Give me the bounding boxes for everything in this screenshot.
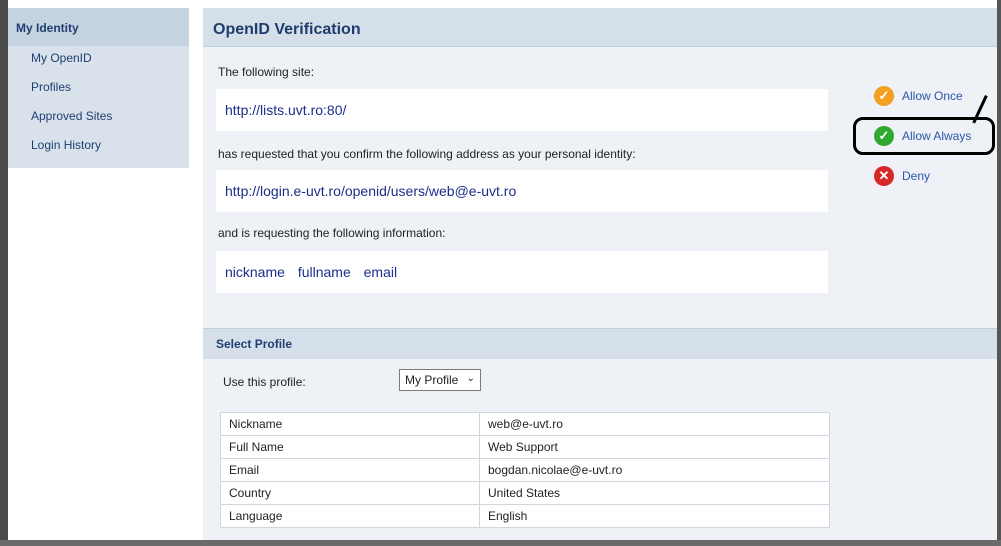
deny-label: Deny bbox=[902, 169, 931, 183]
sidebar-item-approved-sites[interactable]: Approved Sites bbox=[8, 104, 189, 133]
profile-select[interactable]: My Profile ⌄ bbox=[399, 369, 481, 391]
attr-key: Country bbox=[220, 481, 480, 505]
table-row: Language English bbox=[220, 504, 830, 528]
attr-value: web@e-uvt.ro bbox=[479, 412, 830, 436]
table-row: Email bogdan.nicolae@e-uvt.ro bbox=[220, 458, 830, 482]
identity-url-box: http://login.e-uvt.ro/openid/users/web@e… bbox=[216, 170, 828, 212]
select-profile-header: Select Profile bbox=[203, 328, 997, 359]
attr-key: Nickname bbox=[220, 412, 480, 436]
identity-intro-text: has requested that you confirm the follo… bbox=[218, 147, 636, 161]
sidebar: My Identity My OpenID Profiles Approved … bbox=[8, 8, 189, 168]
window-frame: My Identity My OpenID Profiles Approved … bbox=[0, 0, 1001, 546]
use-profile-label: Use this profile: bbox=[223, 375, 306, 389]
site-url: http://lists.uvt.ro:80/ bbox=[225, 102, 347, 118]
top-border bbox=[0, 0, 1001, 8]
profile-select-value: My Profile bbox=[405, 373, 459, 387]
page-title: OpenID Verification bbox=[213, 21, 361, 38]
attr-value: United States bbox=[479, 481, 830, 505]
table-row: Country United States bbox=[220, 481, 830, 505]
chevron-down-icon: ⌄ bbox=[466, 373, 475, 384]
select-profile-title: Select Profile bbox=[216, 337, 293, 351]
sidebar-item-profiles[interactable]: Profiles bbox=[8, 75, 189, 104]
profile-attributes-table: Nickname web@e-uvt.ro Full Name Web Supp… bbox=[220, 412, 830, 528]
sidebar-heading: My Identity bbox=[8, 8, 189, 46]
close-icon: ✕ bbox=[874, 166, 894, 186]
check-icon: ✓ bbox=[874, 86, 894, 106]
attr-value: English bbox=[479, 504, 830, 528]
identity-url: http://login.e-uvt.ro/openid/users/web@e… bbox=[225, 183, 517, 199]
deny-button[interactable]: ✕ Deny bbox=[874, 166, 930, 186]
info-intro-text: and is requesting the following informat… bbox=[218, 226, 446, 240]
info-field-email: email bbox=[363, 264, 398, 280]
allow-once-button[interactable]: ✓ Allow Once bbox=[874, 86, 963, 106]
attr-key: Language bbox=[220, 504, 480, 528]
bottom-border bbox=[0, 540, 1001, 546]
info-field-fullname: fullname bbox=[297, 264, 351, 280]
right-border bbox=[997, 0, 1001, 546]
info-fields: nickname fullname email bbox=[225, 264, 406, 280]
info-field-nickname: nickname bbox=[225, 264, 285, 280]
attr-value: bogdan.nicolae@e-uvt.ro bbox=[479, 458, 830, 482]
left-border bbox=[0, 0, 8, 546]
attr-key: Full Name bbox=[220, 435, 480, 459]
sidebar-item-my-openid[interactable]: My OpenID bbox=[8, 46, 189, 75]
title-bar: OpenID Verification bbox=[203, 8, 997, 47]
sidebar-item-login-history[interactable]: Login History bbox=[8, 133, 189, 162]
info-fields-box: nickname fullname email bbox=[216, 251, 828, 293]
site-url-box: http://lists.uvt.ro:80/ bbox=[216, 89, 828, 131]
attr-key: Email bbox=[220, 458, 480, 482]
site-intro-text: The following site: bbox=[218, 65, 315, 79]
table-row: Full Name Web Support bbox=[220, 435, 830, 459]
allow-once-label: Allow Once bbox=[902, 89, 963, 103]
attr-value: Web Support bbox=[479, 435, 830, 459]
table-row: Nickname web@e-uvt.ro bbox=[220, 412, 830, 436]
